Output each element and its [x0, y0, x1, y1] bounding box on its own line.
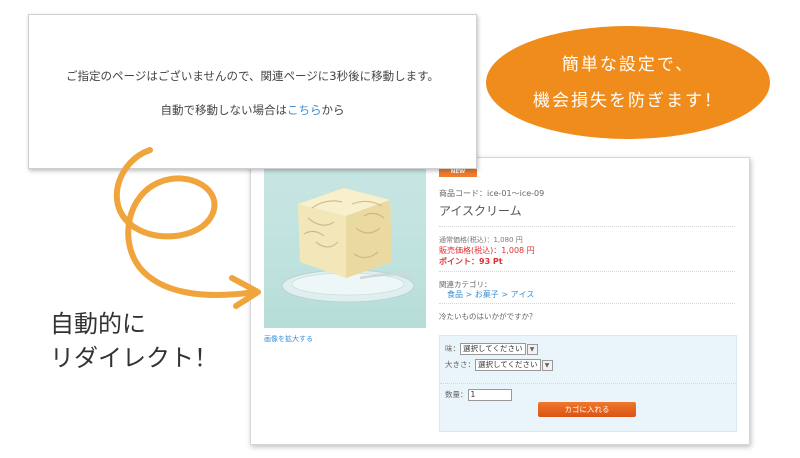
divider	[439, 271, 735, 272]
redirect-caption-line-1: 自動的に	[50, 310, 146, 338]
chevron-down-icon[interactable]: ▼	[526, 343, 538, 355]
points: ポイント：93 Pt	[439, 257, 503, 266]
quantity-input[interactable]: 1	[467, 389, 512, 401]
promo-bubble: 簡単な設定で、 機会損失を防ぎます！	[486, 26, 770, 139]
redirect-notice-box: ご指定のページはございませんので、関連ページに3秒後に移動します。 自動で移動し…	[28, 14, 477, 169]
category-separator: >	[465, 290, 473, 299]
product-detail-card: 画像を拡大する NEW 商品コード：ice-01～ice-09 アイスクリーム …	[250, 157, 750, 445]
new-badge: NEW	[439, 168, 477, 177]
product-code: 商品コード：ice-01～ice-09	[439, 189, 545, 198]
quantity-row: 数量： 1	[445, 389, 512, 401]
divider	[440, 383, 736, 384]
category-separator: >	[501, 290, 509, 299]
quantity-label: 数量：	[445, 390, 468, 399]
product-tagline: 冷たいものはいかがですか？	[439, 312, 537, 321]
fallback-link[interactable]: こちら	[287, 103, 322, 117]
redirect-message: ご指定のページはございませんので、関連ページに3秒後に移動します。	[66, 69, 439, 83]
chevron-down-icon[interactable]: ▼	[541, 359, 553, 371]
sale-price: 販売価格(税込)：1,008 円	[439, 246, 535, 255]
zoom-image-link[interactable]: 画像を拡大する	[264, 334, 313, 344]
redirect-fallback-line: 自動で移動しない場合はこちらから	[29, 102, 476, 118]
size-label: 大きさ：	[445, 360, 475, 369]
regular-price: 通常価格(税込)：1,080 円	[439, 236, 523, 244]
flavor-select[interactable]: 選択してください	[460, 343, 526, 355]
size-select[interactable]: 選択してください	[475, 359, 541, 371]
category-breadcrumb: 食品 > お菓子 > アイス	[447, 289, 534, 300]
divider	[439, 303, 735, 304]
promo-line-2: 機会損失を防ぎます！	[533, 91, 723, 111]
product-image[interactable]	[264, 158, 426, 328]
fallback-prefix: 自動で移動しない場合は	[160, 103, 288, 117]
category-link-ice[interactable]: アイス	[511, 290, 535, 299]
ice-cream-illustration	[281, 188, 415, 303]
flavor-label: 味：	[445, 344, 460, 353]
purchase-options-panel: 味： 選択してください ▼ 大きさ： 選択してください ▼ 数量： 1 カゴに入れる	[439, 335, 737, 432]
category-link-sweets[interactable]: お菓子	[475, 290, 499, 299]
redirect-caption: 自動的に リダイレクト！	[50, 307, 218, 375]
add-to-cart-button[interactable]: カゴに入れる	[538, 402, 636, 417]
divider	[439, 226, 735, 227]
flavor-row: 味： 選択してください ▼	[445, 343, 538, 355]
redirect-caption-line-2: リダイレクト！	[50, 344, 218, 372]
product-name: アイスクリーム	[439, 204, 522, 218]
promo-line-1: 簡単な設定で、	[561, 55, 695, 75]
category-link-food[interactable]: 食品	[447, 290, 463, 299]
fallback-suffix: から	[321, 103, 345, 117]
size-row: 大きさ： 選択してください ▼	[445, 359, 553, 371]
